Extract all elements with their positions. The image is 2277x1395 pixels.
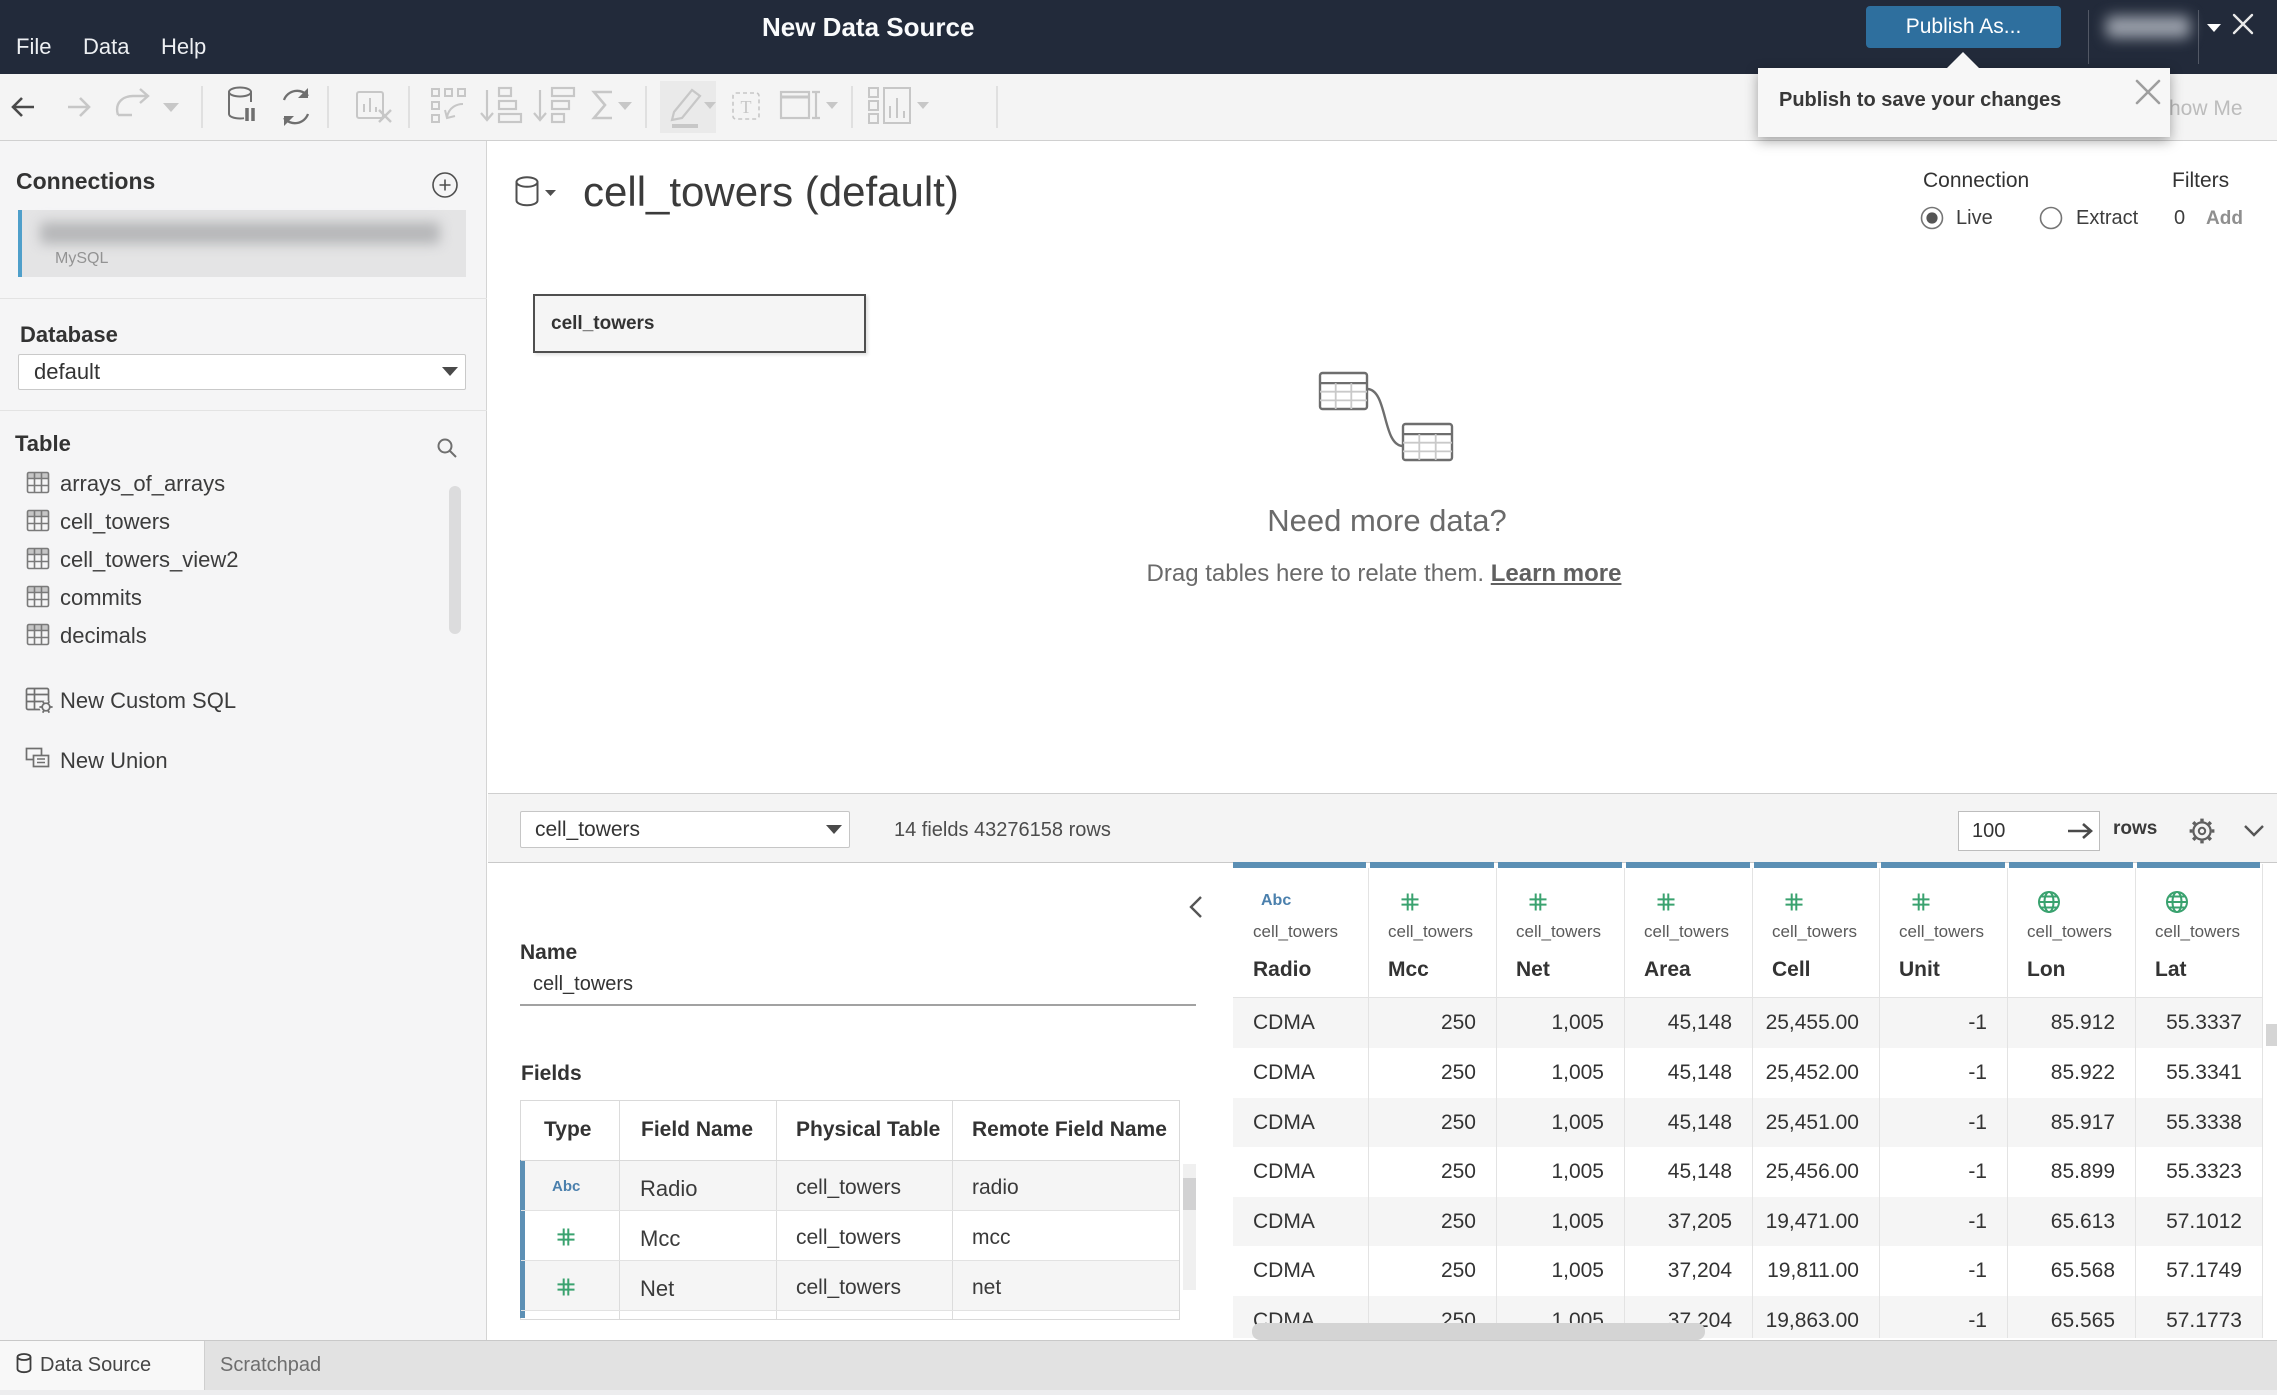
svg-text:T: T: [741, 97, 752, 117]
